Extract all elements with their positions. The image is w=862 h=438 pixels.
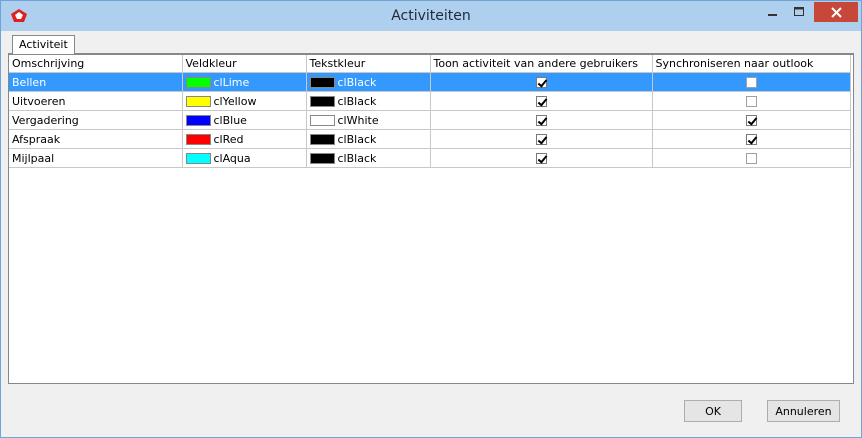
toon-activiteit-checkbox[interactable] <box>535 77 547 88</box>
maximize-icon <box>793 7 804 16</box>
veldkleur-label: clLime <box>213 75 250 89</box>
button-bar: OK Annuleren <box>8 384 854 429</box>
tekstkleur-label: clBlack <box>337 151 377 165</box>
cell-omschrijving[interactable]: Uitvoeren <box>9 91 183 111</box>
dialog-window: Activiteiten Activiteit Omschrijving Vel <box>0 0 862 438</box>
activities-table: Omschrijving Veldkleur Tekstkleur Toon a… <box>9 55 851 168</box>
tekstkleur-swatch <box>309 152 335 164</box>
cell-synchroniseren[interactable] <box>652 72 851 92</box>
close-icon <box>830 6 842 18</box>
column-header-veldkleur[interactable]: Veldkleur <box>182 55 307 73</box>
table-row[interactable]: Bellen clLime clBlack <box>9 72 851 92</box>
cell-omschrijving[interactable]: Bellen <box>9 72 183 92</box>
toon-activiteit-checkbox[interactable] <box>535 115 547 126</box>
synchroniseren-checkbox[interactable] <box>745 115 757 126</box>
color-value: clAqua <box>185 151 306 165</box>
tekstkleur-swatch <box>309 133 335 145</box>
tekstkleur-label: clWhite <box>337 113 379 127</box>
cell-tekstkleur[interactable]: clBlack <box>306 148 431 168</box>
veldkleur-label: clRed <box>213 132 244 146</box>
cancel-button[interactable]: Annuleren <box>767 400 840 422</box>
header-row: Omschrijving Veldkleur Tekstkleur Toon a… <box>9 55 851 73</box>
veldkleur-swatch <box>185 114 211 126</box>
dialog-body: Activiteit Omschrijving Veldkleur Tekstk… <box>8 31 854 429</box>
cell-omschrijving[interactable]: Afspraak <box>9 129 183 149</box>
cell-synchroniseren[interactable] <box>652 148 851 168</box>
color-value: clBlack <box>309 151 430 165</box>
cell-toon-activiteit[interactable] <box>430 110 653 130</box>
cell-veldkleur[interactable]: clRed <box>182 129 307 149</box>
veldkleur-swatch <box>185 95 211 107</box>
cell-toon-activiteit[interactable] <box>430 148 653 168</box>
cell-tekstkleur[interactable]: clBlack <box>306 72 431 92</box>
cell-synchroniseren[interactable] <box>652 110 851 130</box>
color-value: clRed <box>185 132 306 146</box>
table-row[interactable]: Vergadering clBlue clWhite <box>9 110 851 130</box>
close-button[interactable] <box>814 2 858 22</box>
tekstkleur-label: clBlack <box>337 132 377 146</box>
column-header-tekstkleur[interactable]: Tekstkleur <box>306 55 431 73</box>
synchroniseren-checkbox[interactable] <box>745 77 757 88</box>
column-header-synchroniseren[interactable]: Synchroniseren naar outlook <box>652 55 851 73</box>
cell-veldkleur[interactable]: clLime <box>182 72 307 92</box>
tekstkleur-swatch <box>309 76 335 88</box>
color-value: clWhite <box>309 113 430 127</box>
cell-tekstkleur[interactable]: clBlack <box>306 91 431 111</box>
cell-omschrijving[interactable]: Vergadering <box>9 110 183 130</box>
title-bar[interactable]: Activiteiten <box>1 1 861 31</box>
ok-button[interactable]: OK <box>684 400 742 422</box>
color-value: clBlack <box>309 94 430 108</box>
color-value: clBlack <box>309 75 430 89</box>
cell-toon-activiteit[interactable] <box>430 91 653 111</box>
veldkleur-label: clBlue <box>213 113 247 127</box>
tekstkleur-swatch <box>309 95 335 107</box>
synchroniseren-checkbox[interactable] <box>745 134 757 145</box>
veldkleur-label: clYellow <box>213 94 257 108</box>
cell-synchroniseren[interactable] <box>652 129 851 149</box>
color-value: clYellow <box>185 94 306 108</box>
cell-toon-activiteit[interactable] <box>430 72 653 92</box>
veldkleur-swatch <box>185 152 211 164</box>
color-value: clBlue <box>185 113 306 127</box>
cell-toon-activiteit[interactable] <box>430 129 653 149</box>
veldkleur-label: clAqua <box>213 151 251 165</box>
cell-veldkleur[interactable]: clYellow <box>182 91 307 111</box>
color-value: clBlack <box>309 132 430 146</box>
veldkleur-swatch <box>185 133 211 145</box>
toon-activiteit-checkbox[interactable] <box>535 153 547 164</box>
cell-veldkleur[interactable]: clBlue <box>182 110 307 130</box>
minimize-icon <box>768 14 777 16</box>
veldkleur-swatch <box>185 76 211 88</box>
cell-tekstkleur[interactable]: clBlack <box>306 129 431 149</box>
window-title: Activiteiten <box>391 8 471 24</box>
maximize-button[interactable] <box>785 2 813 22</box>
table-row[interactable]: Afspraak clRed clBlack <box>9 129 851 149</box>
minimize-button[interactable] <box>759 2 787 22</box>
cell-veldkleur[interactable]: clAqua <box>182 148 307 168</box>
cell-synchroniseren[interactable] <box>652 91 851 111</box>
cell-tekstkleur[interactable]: clWhite <box>306 110 431 130</box>
color-value: clLime <box>185 75 306 89</box>
toon-activiteit-checkbox[interactable] <box>535 134 547 145</box>
synchroniseren-checkbox[interactable] <box>745 153 757 164</box>
tekstkleur-swatch <box>309 114 335 126</box>
synchroniseren-checkbox[interactable] <box>745 96 757 107</box>
table-row[interactable]: Uitvoeren clYellow clBlack <box>9 91 851 111</box>
cell-omschrijving[interactable]: Mijlpaal <box>9 148 183 168</box>
tekstkleur-label: clBlack <box>337 75 377 89</box>
toon-activiteit-checkbox[interactable] <box>535 96 547 107</box>
tab-strip: Activiteit <box>8 31 854 54</box>
table-row[interactable]: Mijlpaal clAqua clBlack <box>9 148 851 168</box>
tab-activiteit[interactable]: Activiteit <box>12 35 75 54</box>
column-header-toon-activiteit[interactable]: Toon activiteit van andere gebruikers <box>430 55 653 73</box>
tekstkleur-label: clBlack <box>337 94 377 108</box>
activities-grid[interactable]: Omschrijving Veldkleur Tekstkleur Toon a… <box>8 54 854 384</box>
column-header-omschrijving[interactable]: Omschrijving <box>9 55 183 73</box>
